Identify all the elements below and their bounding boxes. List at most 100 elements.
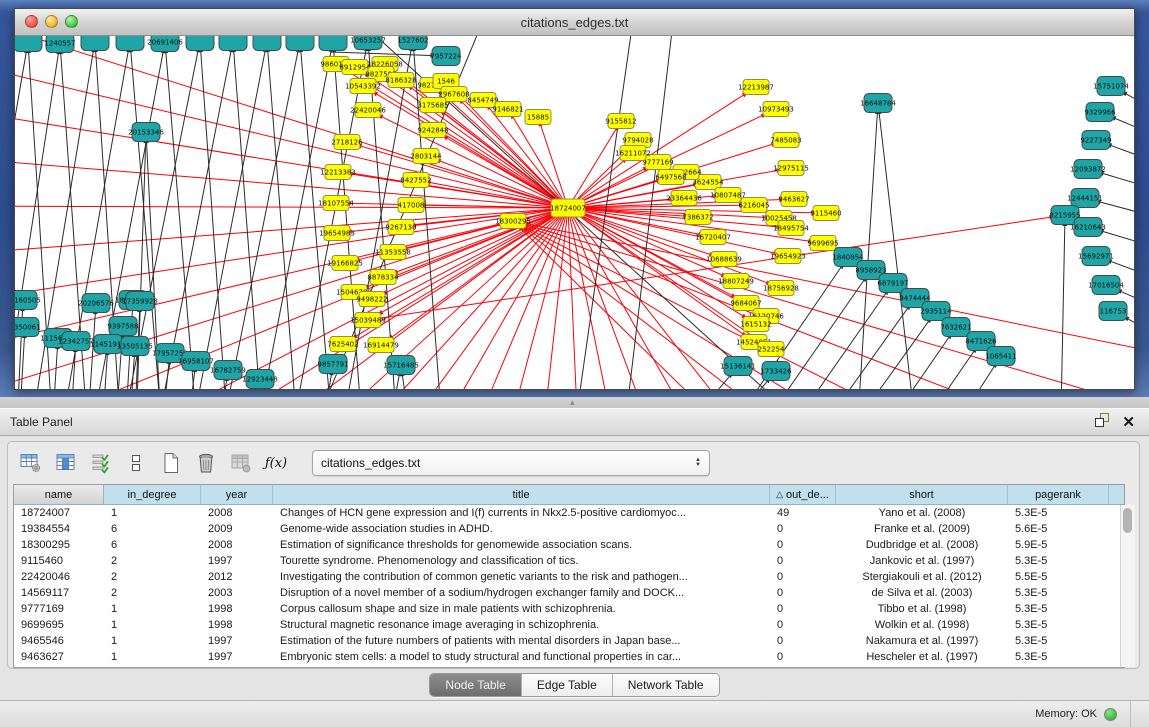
table-row[interactable]: 1872400712008Changes of HCN gene express…	[14, 505, 1124, 521]
graph-node-label: 13505135	[117, 342, 153, 350]
graph-node-label: 10973493	[758, 105, 794, 113]
combobox-arrows-icon: ▲ ▼	[695, 458, 701, 468]
table-cell: 2	[104, 587, 201, 599]
column-header-pagerank[interactable]: pagerank	[1008, 485, 1109, 504]
table-cell: Franke et al. (2009)	[836, 523, 1008, 535]
table-cell: Genome-wide association studies in ADHD.	[273, 523, 770, 535]
table-cell: 0	[770, 619, 836, 631]
tab-edge-table[interactable]: Edge Table	[522, 674, 613, 696]
graph-node-label: 8427552	[400, 176, 431, 184]
graph-node-label: 7625402	[327, 340, 358, 348]
window-title: citations_edges.txt	[521, 15, 629, 30]
graph-node-label: 11353558	[375, 248, 411, 256]
table-row[interactable]: 969969511998Structural magnetic resonanc…	[14, 617, 1124, 633]
table-selector-combobox[interactable]: citations_edges.txt ▲ ▼	[312, 450, 710, 476]
graph-node[interactable]	[81, 36, 109, 51]
table-cell: 14569117	[14, 587, 104, 599]
graph-node[interactable]	[116, 36, 144, 51]
table-cell: Corpus callosum shape and size in male p…	[273, 603, 770, 615]
rows-icon[interactable]	[123, 450, 149, 476]
graph-node[interactable]	[319, 36, 347, 51]
table-row[interactable]: 2242004622012Investigating the contribut…	[14, 569, 1124, 585]
table-cell: 5.3E-5	[1008, 603, 1109, 615]
graph-node[interactable]	[219, 36, 247, 51]
scrollbar-thumb[interactable]	[1123, 508, 1132, 533]
close-panel-icon[interactable]: ✕	[1122, 415, 1135, 430]
table-row[interactable]: 946362711997Embryonic stem cells: a mode…	[14, 649, 1124, 665]
close-window-button[interactable]	[25, 15, 38, 28]
graph-node-label: 22420046	[350, 106, 386, 114]
new-column-icon[interactable]	[158, 450, 184, 476]
graph-node-label: 1240557	[44, 39, 75, 47]
table-cell: 5.3E-5	[1008, 619, 1109, 631]
graph-node[interactable]	[186, 36, 214, 51]
show-columns-icon[interactable]	[53, 450, 79, 476]
graph-node-label: 20691406	[147, 38, 183, 46]
resize-grip-icon[interactable]: ▴	[570, 397, 575, 407]
table-cell: 2003	[201, 587, 273, 599]
table-cell: 2	[104, 555, 201, 567]
zoom-window-button[interactable]	[65, 15, 78, 28]
graph-node-label: 16648784	[860, 99, 896, 107]
graph-node-label: 9777169	[642, 158, 673, 166]
graph-node-label: 8471626	[965, 337, 997, 345]
table-row[interactable]: 1830029562008Estimation of significance …	[14, 537, 1124, 553]
graph-node-label: 16210643	[1070, 223, 1106, 231]
column-header-short[interactable]: short	[836, 485, 1008, 504]
table-cell: 9777169	[14, 603, 104, 615]
table-cell: 2012	[201, 571, 273, 583]
table-cell: 0	[770, 651, 836, 663]
table-row[interactable]: 946554611997Estimation of the future num…	[14, 633, 1124, 649]
column-header-out_de[interactable]: △out_de...	[770, 485, 836, 504]
minimize-window-button[interactable]	[45, 15, 58, 28]
column-header-label: in_degree	[128, 489, 177, 501]
table-cell: 49	[770, 507, 836, 519]
table-cell: 0	[770, 555, 836, 567]
column-header-label: short	[909, 489, 933, 501]
tab-node-table[interactable]: Node Table	[430, 674, 522, 696]
table-cell: 1	[104, 651, 201, 663]
node-table: name in_degree year title △out_de... short pag…	[13, 484, 1125, 668]
graph-node-label: 18807249	[718, 277, 754, 285]
node-table-body: 1872400712008Changes of HCN gene express…	[14, 505, 1124, 665]
table-row[interactable]: 911546021997Tourette syndrome. Phenomeno…	[14, 553, 1124, 569]
graph-node-label: 12444151	[1067, 194, 1103, 202]
memory-status: Memory: OK	[1035, 701, 1149, 727]
table-row[interactable]: 1938455462009Genome-wide association stu…	[14, 521, 1124, 537]
table-cell: Disruption of a novel member of a sodium…	[273, 587, 770, 599]
table-row[interactable]: 977716911998Corpus callosum shape and si…	[14, 601, 1124, 617]
column-header-in_degree[interactable]: in_degree	[104, 485, 201, 504]
column-header-name[interactable]: name	[14, 485, 104, 504]
panel-resize-divider[interactable]: ▴	[0, 397, 1149, 408]
table-mode-icon[interactable]	[18, 450, 44, 476]
column-header-year[interactable]: year	[201, 485, 273, 504]
graph-node[interactable]	[286, 36, 314, 51]
float-panel-icon[interactable]	[1094, 412, 1110, 433]
table-row[interactable]: 1456911722003Disruption of a novel membe…	[14, 585, 1124, 601]
graph-node-label: 9329966	[1084, 108, 1116, 116]
delete-table-icon[interactable]	[228, 450, 254, 476]
network-desktop-frame: citations_edges.txt 18724007183002959860…	[0, 0, 1149, 397]
row-select-icon[interactable]	[88, 450, 114, 476]
table-cell: 5.6E-5	[1008, 523, 1109, 535]
graph-node-label: 19654923	[770, 252, 806, 260]
graph-node-label: 9794028	[622, 136, 653, 144]
graph-node[interactable]	[15, 36, 42, 52]
table-cell: Tourette syndrome. Phenomenology and cla…	[273, 555, 770, 567]
network-window-titlebar[interactable]: citations_edges.txt	[15, 9, 1134, 36]
table-vertical-scrollbar[interactable]	[1120, 505, 1135, 667]
network-canvas[interactable]: 1872400718300295986012389129541822605898…	[15, 36, 1134, 389]
graph-node[interactable]	[253, 36, 281, 51]
delete-column-icon[interactable]	[193, 450, 219, 476]
column-header-label: title	[512, 489, 529, 501]
table-cell: 2008	[201, 539, 273, 551]
graph-node-label: 1546	[437, 77, 455, 85]
graph-node-label: 15885	[527, 113, 549, 121]
graph-node-label: 15136141	[720, 362, 756, 370]
tab-network-table[interactable]: Network Table	[613, 674, 719, 696]
graph-node-label: 12923448	[242, 375, 278, 383]
function-builder-icon[interactable]: ƒ(x)	[263, 450, 289, 476]
graph-node-label: 18300295	[495, 217, 531, 225]
citation-network-graph[interactable]: 1872400718300295986012389129541822605898…	[15, 36, 1134, 389]
column-header-title[interactable]: title	[273, 485, 770, 504]
